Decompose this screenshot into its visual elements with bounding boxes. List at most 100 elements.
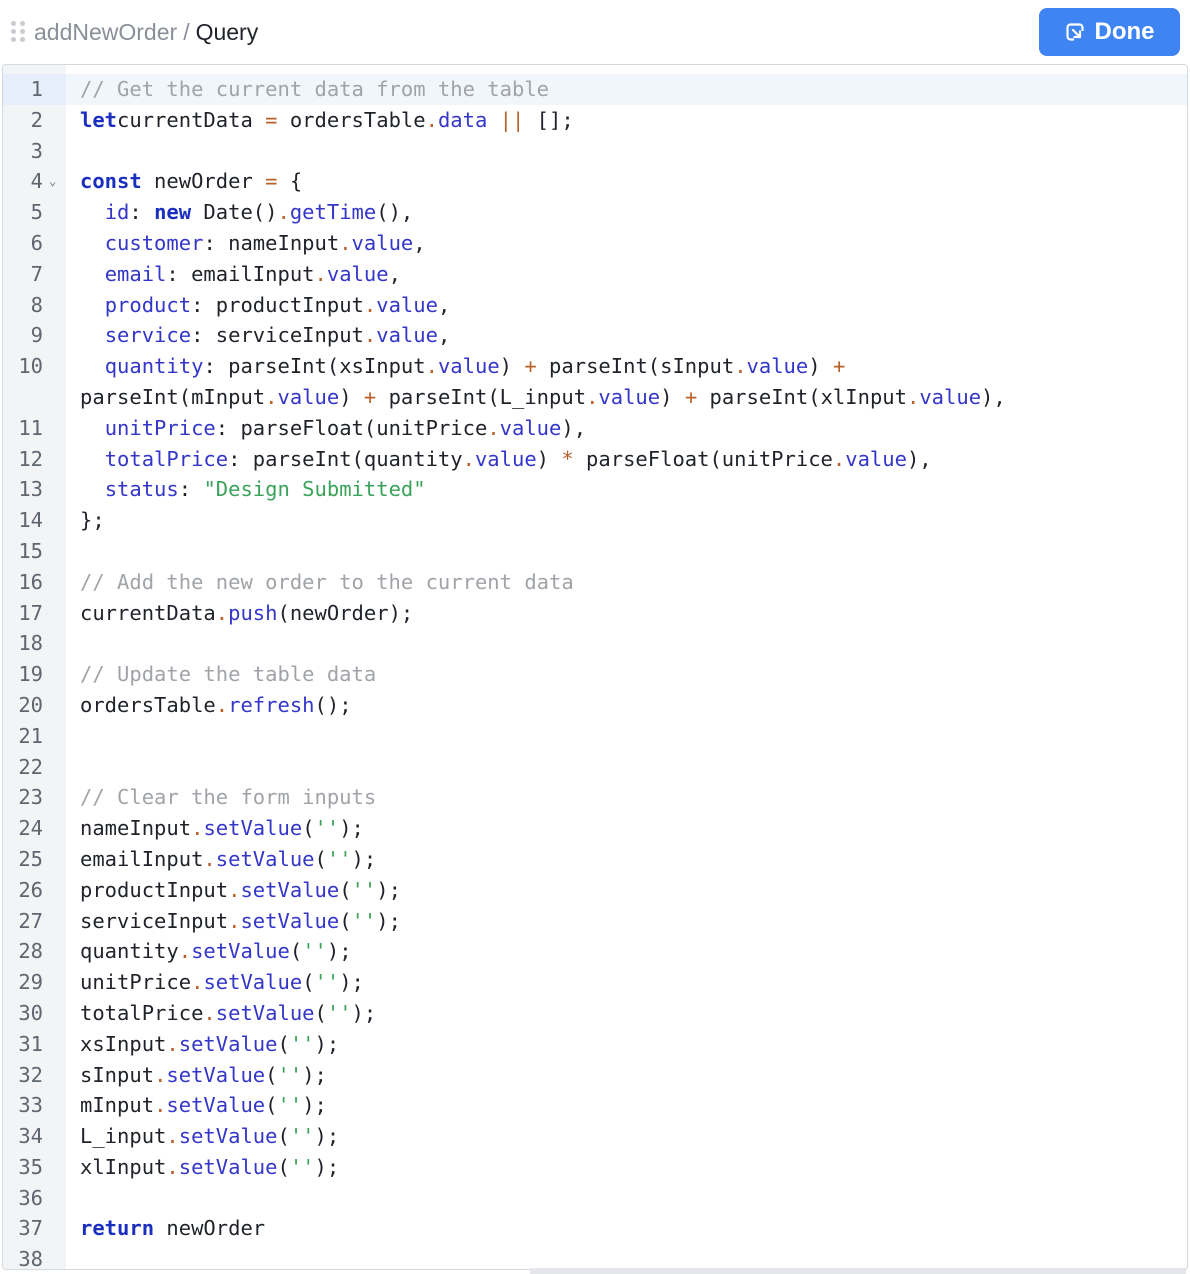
code-line[interactable]: 36	[3, 1183, 1187, 1214]
code-line[interactable]: 26 productInput.setValue('');	[3, 875, 1187, 906]
line-number: 19	[3, 659, 43, 690]
done-button-label: Done	[1094, 18, 1155, 45]
code-line[interactable]: 22	[3, 752, 1187, 783]
code-token: [];	[524, 107, 574, 132]
breadcrumb-current: Query	[195, 19, 259, 45]
code-token: value	[845, 446, 907, 471]
code-line[interactable]: 23 // Clear the form inputs	[3, 782, 1187, 813]
code-token: .	[363, 323, 377, 348]
code-line[interactable]: 30 totalPrice.setValue('');	[3, 998, 1187, 1029]
line-number-text: 2	[30, 107, 43, 132]
line-number: 38	[3, 1244, 43, 1269]
code-lines[interactable]: 1 // Get the current data from the table 2…	[3, 74, 1187, 1269]
line-number: 14	[3, 505, 43, 536]
code-token: .	[191, 816, 204, 841]
code-token: (	[339, 908, 352, 933]
line-number: 5	[3, 197, 43, 228]
code-token: (	[302, 816, 315, 841]
code-line[interactable]: 10 quantity: parseInt(xsInput.value) + p…	[3, 351, 1187, 382]
done-button[interactable]: Done	[1039, 8, 1180, 56]
code-token: productInput	[80, 877, 229, 902]
code-token: ordersTable	[277, 107, 426, 132]
code-token: ''	[302, 939, 327, 964]
code-line[interactable]: 2 letcurrentData = ordersTable.data || []…	[3, 105, 1187, 136]
code-token: nameInput	[80, 816, 192, 841]
code-line[interactable]: 21	[3, 721, 1187, 752]
code-token: .	[203, 846, 216, 871]
code-line[interactable]: 5 id: new Date().getTime(),	[3, 197, 1187, 228]
line-number: 3	[3, 136, 43, 167]
line-number-text: 16	[18, 569, 43, 594]
code-line[interactable]: 38	[3, 1244, 1187, 1269]
code-line[interactable]: 35 xlInput.setValue('');	[3, 1152, 1187, 1183]
code-line[interactable]: 34 L_input.setValue('');	[3, 1121, 1187, 1152]
code-line[interactable]: parseInt(mInput.value) + parseInt(L_inpu…	[3, 382, 1187, 413]
code-token: value	[919, 384, 982, 409]
code-line[interactable]: 14};	[3, 505, 1187, 536]
code-line-text: // Update the table data	[80, 659, 376, 690]
code-token: : nameInput	[203, 230, 340, 255]
code-line[interactable]: 24 nameInput.setValue('');	[3, 813, 1187, 844]
code-line[interactable]: 1 // Get the current data from the table	[3, 74, 1187, 105]
code-token: value	[474, 446, 537, 471]
code-line[interactable]: 33 mInput.setValue('');	[3, 1090, 1187, 1121]
code-token: ''	[277, 1093, 303, 1118]
code-line[interactable]: 11 unitPrice: parseFloat(unitPrice.value…	[3, 413, 1187, 444]
line-number: 27	[3, 906, 43, 937]
line-number-text: 23	[18, 785, 43, 810]
code-line[interactable]: 29 unitPrice.setValue('');	[3, 967, 1187, 998]
line-number-text: 26	[18, 877, 43, 902]
code-line[interactable]: 31 xsInput.setValue('');	[3, 1029, 1187, 1060]
code-line[interactable]: 13 status: "Design Submitted"	[3, 474, 1187, 505]
code-line[interactable]: 25 emailInput.setValue('');	[3, 844, 1187, 875]
code-line[interactable]: 19 // Update the table data	[3, 659, 1187, 690]
code-token: .	[906, 384, 920, 409]
code-line[interactable]: 37 return newOrder	[3, 1213, 1187, 1244]
line-number: 22	[3, 752, 43, 783]
code-token: value	[376, 323, 438, 348]
line-number: 29	[3, 967, 43, 998]
line-number: 17	[3, 598, 43, 629]
code-token: push	[228, 600, 278, 625]
code-token: );	[302, 1062, 327, 1087]
code-line[interactable]: 20 ordersTable.refresh();	[3, 690, 1187, 721]
line-number: 8	[3, 290, 43, 321]
code-token: ''	[351, 908, 377, 933]
code-line[interactable]: 27 serviceInput.setValue('');	[3, 906, 1187, 937]
code-line[interactable]: 3	[3, 136, 1187, 167]
code-line[interactable]: 16 // Add the new order to the current da…	[3, 567, 1187, 598]
breadcrumb-query-name[interactable]: addNewOrder	[34, 19, 177, 45]
code-token: .	[363, 292, 377, 317]
code-token: .	[462, 446, 475, 471]
code-line[interactable]: 17 currentData.push(newOrder);	[3, 598, 1187, 629]
code-token: (	[265, 1093, 278, 1118]
code-line[interactable]: 32 sInput.setValue('');	[3, 1060, 1187, 1091]
code-line-text: currentData.push(newOrder);	[80, 598, 413, 629]
code-editor[interactable]: 1 // Get the current data from the table 2…	[2, 64, 1188, 1270]
code-token: Date()	[191, 200, 278, 225]
code-line[interactable]: 12 totalPrice: parseInt(quantity.value) …	[3, 444, 1187, 475]
code-token: (	[302, 970, 315, 995]
code-line[interactable]: 4 ⌄ const newOrder = {	[3, 166, 1187, 197]
fold-chevron-icon[interactable]: ⌄	[49, 166, 56, 197]
code-token: L_input	[80, 1124, 167, 1149]
horizontal-scrollbar[interactable]	[530, 1268, 1186, 1274]
code-line[interactable]: 6 customer: nameInput.value,	[3, 228, 1187, 259]
drag-handle-icon[interactable]	[11, 21, 25, 43]
line-number-text: 15	[18, 538, 43, 563]
code-token: parseInt(sInput	[536, 354, 735, 379]
code-token: setValue	[178, 1154, 278, 1179]
code-line[interactable]: 8 product: productInput.value,	[3, 290, 1187, 321]
code-line[interactable]: 9 service: serviceInput.value,	[3, 320, 1187, 351]
code-line[interactable]: 18	[3, 628, 1187, 659]
code-line[interactable]: 15	[3, 536, 1187, 567]
code-token: xlInput	[80, 1154, 167, 1179]
line-number-text: 28	[18, 939, 43, 964]
code-line[interactable]: 7 email: emailInput.value,	[3, 259, 1187, 290]
code-line[interactable]: 28 quantity.setValue('');	[3, 936, 1187, 967]
code-token: .	[265, 384, 278, 409]
code-token: .	[832, 446, 846, 471]
